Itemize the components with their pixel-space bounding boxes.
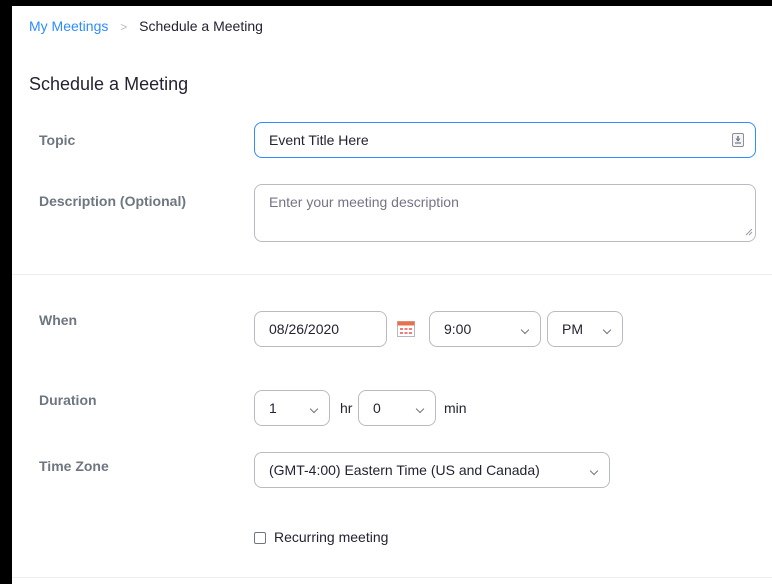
chevron-down-icon bbox=[589, 466, 599, 476]
hours-unit-label: hr bbox=[340, 400, 353, 416]
field-info-icon[interactable] bbox=[732, 133, 744, 150]
resize-handle-icon[interactable] bbox=[745, 223, 753, 239]
description-label: Description (Optional) bbox=[39, 193, 186, 209]
time-value: 9:00 bbox=[444, 321, 472, 337]
topic-label: Topic bbox=[39, 132, 76, 148]
topic-input-value: Event Title Here bbox=[269, 132, 369, 148]
duration-minutes-value: 0 bbox=[373, 400, 381, 416]
recurring-meeting-label[interactable]: Recurring meeting bbox=[274, 529, 388, 545]
breadcrumb: My Meetings > Schedule a Meeting bbox=[29, 18, 263, 34]
page-title: Schedule a Meeting bbox=[29, 74, 189, 94]
description-textarea[interactable]: Enter your meeting description bbox=[254, 184, 756, 242]
date-input[interactable]: 08/26/2020 bbox=[254, 311, 387, 347]
section-divider bbox=[12, 274, 772, 275]
timezone-value: (GMT-4:00) Eastern Time (US and Canada) bbox=[269, 462, 540, 478]
section-divider bbox=[12, 577, 772, 578]
date-value: 08/26/2020 bbox=[269, 321, 340, 337]
timezone-label: Time Zone bbox=[39, 458, 109, 474]
duration-label: Duration bbox=[39, 392, 97, 408]
chevron-down-icon bbox=[602, 325, 612, 335]
calendar-icon[interactable] bbox=[397, 321, 415, 342]
duration-minutes-select[interactable]: 0 bbox=[358, 390, 436, 426]
duration-hours-select[interactable]: 1 bbox=[254, 390, 330, 426]
breadcrumb-my-meetings-link[interactable]: My Meetings bbox=[29, 18, 108, 34]
breadcrumb-current: Schedule a Meeting bbox=[139, 18, 263, 34]
timezone-select[interactable]: (GMT-4:00) Eastern Time (US and Canada) bbox=[254, 452, 610, 488]
when-label: When bbox=[39, 312, 78, 328]
topic-input[interactable]: Event Title Here bbox=[254, 122, 756, 158]
schedule-meeting-page: My Meetings > Schedule a Meeting Schedul… bbox=[12, 6, 772, 584]
time-select[interactable]: 9:00 bbox=[429, 311, 541, 347]
ampm-value: PM bbox=[562, 321, 583, 337]
ampm-select[interactable]: PM bbox=[547, 311, 623, 347]
chevron-down-icon bbox=[520, 325, 530, 335]
chevron-down-icon bbox=[309, 404, 319, 414]
description-placeholder: Enter your meeting description bbox=[269, 194, 459, 210]
minutes-unit-label: min bbox=[444, 400, 467, 416]
recurring-meeting-checkbox[interactable] bbox=[254, 532, 266, 544]
chevron-down-icon bbox=[415, 404, 425, 414]
duration-hours-value: 1 bbox=[269, 400, 277, 416]
breadcrumb-separator: > bbox=[120, 20, 128, 34]
